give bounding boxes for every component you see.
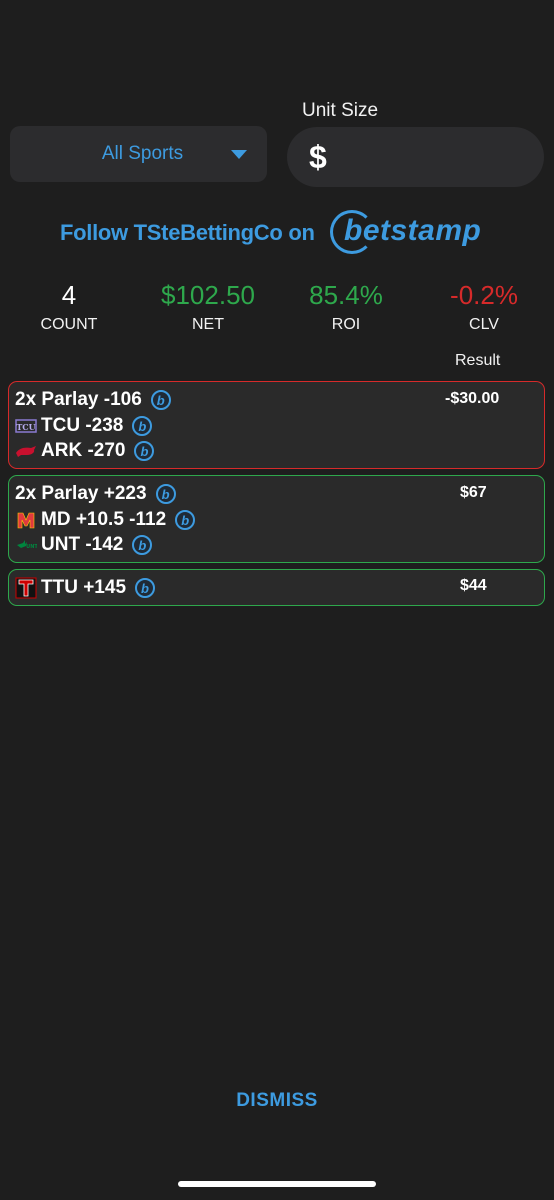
stat-label: NET bbox=[192, 316, 224, 333]
stat-value: 4 bbox=[61, 280, 77, 310]
stat-clv: -0.2% CLV bbox=[419, 278, 549, 334]
sport-filter-value: All Sports bbox=[101, 143, 184, 164]
bet-leg: TTU +145 b bbox=[15, 577, 156, 599]
dismiss-button[interactable]: DISMISS bbox=[0, 1090, 554, 1112]
tcu-logo-icon: TCU bbox=[15, 419, 37, 433]
bet-title: 2x Parlay +223 bbox=[15, 483, 147, 504]
bet-leg-text: ARK -270 bbox=[41, 440, 126, 461]
stat-value: -0.2% bbox=[450, 280, 518, 310]
bet-leg: MD +10.5 -112 b bbox=[15, 509, 196, 531]
bet-card[interactable]: 2x Parlay +223 b MD +10.5 -112 b UNT UNT… bbox=[8, 475, 545, 563]
bet-title: 2x Parlay -106 bbox=[15, 389, 142, 410]
texas-tech-logo-icon bbox=[15, 577, 37, 599]
currency-symbol: $ bbox=[309, 138, 327, 175]
unt-logo-icon: UNT bbox=[17, 540, 37, 550]
stat-value: 85.4% bbox=[309, 280, 383, 310]
betstamp-b-icon[interactable]: b bbox=[132, 416, 153, 436]
bet-title-row: 2x Parlay +223 b bbox=[15, 483, 176, 505]
sport-filter-dropdown[interactable]: All Sports bbox=[10, 126, 267, 182]
svg-text:UNT: UNT bbox=[26, 544, 37, 550]
unit-size-input[interactable]: $ bbox=[287, 127, 544, 187]
svg-text:TCU: TCU bbox=[16, 422, 35, 432]
maryland-logo-icon bbox=[17, 512, 35, 529]
bet-leg: TCU TCU -238 b bbox=[15, 415, 153, 437]
unit-size-label: Unit Size bbox=[302, 100, 379, 121]
home-indicator[interactable] bbox=[178, 1181, 376, 1187]
stat-label: ROI bbox=[331, 316, 361, 333]
stat-label: COUNT bbox=[40, 316, 98, 333]
stat-value: $102.50 bbox=[161, 280, 255, 310]
betstamp-b-icon[interactable]: b bbox=[134, 441, 155, 461]
betstamp-wordmark: betstamp bbox=[344, 214, 482, 247]
betstamp-b-icon[interactable]: b bbox=[135, 578, 156, 598]
bet-leg: UNT UNT -142 b bbox=[15, 534, 153, 556]
bet-result: $67 bbox=[460, 484, 487, 501]
bet-leg-text: MD +10.5 -112 bbox=[41, 509, 167, 530]
bet-leg-text: TTU +145 bbox=[41, 577, 127, 598]
bet-result: -$30.00 bbox=[445, 390, 500, 407]
result-column-header: Result bbox=[455, 352, 501, 369]
bet-leg: ARK -270 b bbox=[15, 440, 155, 462]
razorback-logo-icon bbox=[16, 446, 36, 457]
bet-result: $44 bbox=[460, 577, 487, 594]
bet-title-row: 2x Parlay -106 b bbox=[15, 389, 171, 411]
betstamp-b-icon[interactable]: b bbox=[175, 510, 196, 530]
betstamp-b-icon[interactable]: b bbox=[132, 535, 153, 555]
bet-leg-text: UNT -142 bbox=[41, 534, 124, 555]
stat-net: $102.50 NET bbox=[143, 278, 273, 334]
stat-label: CLV bbox=[469, 316, 499, 333]
bet-card[interactable]: TTU +145 b $44 bbox=[8, 569, 545, 606]
stat-roi: 85.4% ROI bbox=[281, 278, 411, 334]
stat-count: 4 COUNT bbox=[4, 278, 134, 334]
bet-card[interactable]: 2x Parlay -106 b TCU TCU -238 b ARK -270… bbox=[8, 381, 545, 469]
betstamp-logo[interactable]: betstamp bbox=[330, 208, 482, 260]
bet-leg-text: TCU -238 bbox=[41, 415, 124, 436]
follow-link[interactable]: Follow TSteBettingCo on bbox=[60, 220, 315, 246]
betstamp-b-icon[interactable]: b bbox=[155, 484, 176, 504]
betstamp-b-icon[interactable]: b bbox=[150, 390, 171, 410]
chevron-down-icon bbox=[231, 150, 247, 159]
